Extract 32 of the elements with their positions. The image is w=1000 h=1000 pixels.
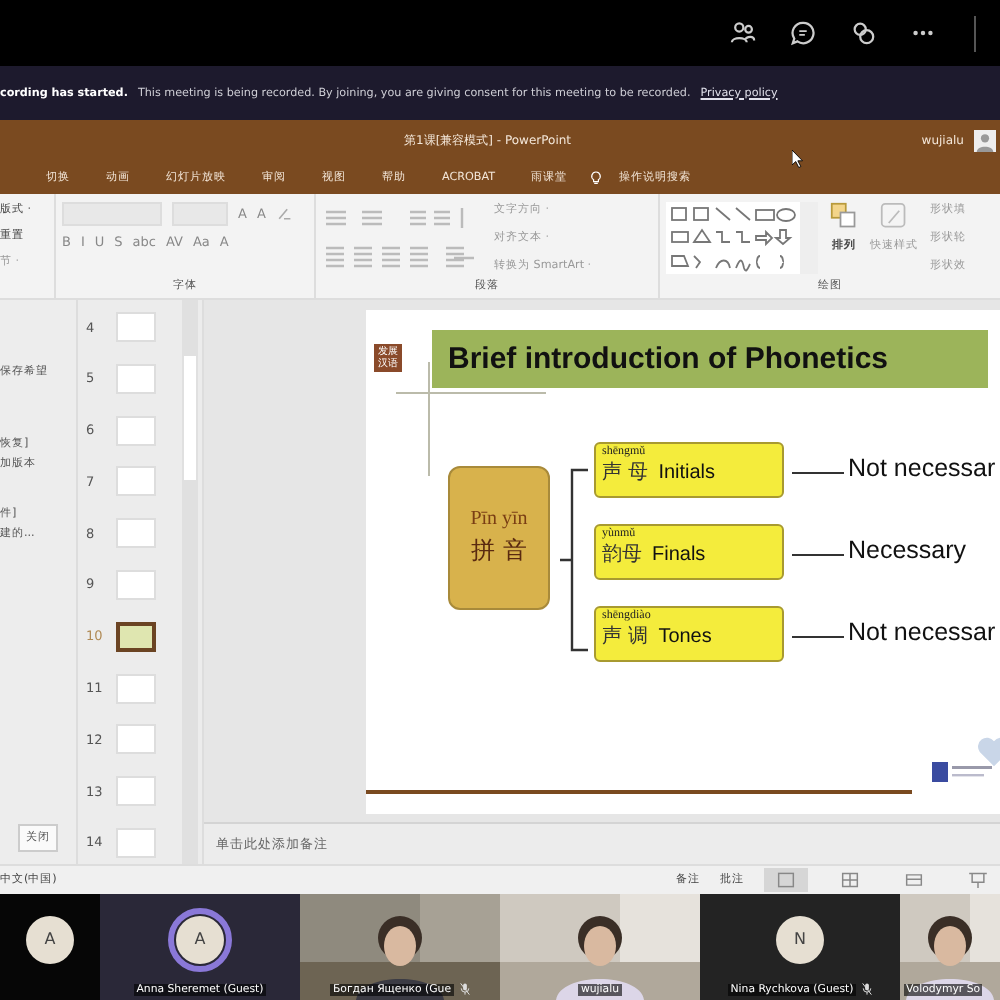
avatar-circle: N — [776, 915, 824, 963]
necessity-note: Not necessar — [848, 454, 996, 482]
hanzi-label: 韵母 — [602, 541, 642, 568]
lightbulb-icon[interactable] — [589, 169, 602, 185]
connector-line — [792, 554, 844, 556]
chat-icon[interactable] — [790, 20, 816, 46]
avatar-circle: A — [26, 915, 74, 963]
clear-format-icon[interactable] — [275, 206, 292, 222]
hanzi-label: 声 调 — [602, 623, 649, 650]
english-label: Tones — [658, 626, 712, 648]
slide-thumbnail[interactable] — [116, 621, 156, 652]
user-avatar-icon[interactable] — [974, 129, 996, 151]
university-logo-icon — [932, 762, 992, 782]
necessity-note: Necessary — [848, 536, 967, 564]
connector-line — [792, 472, 844, 474]
connector-line — [792, 636, 844, 638]
english-label: Initials — [658, 462, 716, 484]
avatar-circle: A — [176, 915, 224, 963]
cursor-icon — [792, 150, 804, 168]
slide-title-bar: Brief introduction of Phonetics — [432, 330, 988, 388]
reactions-icon[interactable] — [850, 20, 876, 46]
hanzi-label: 拼 音 — [471, 534, 527, 568]
shapes-gallery[interactable] — [666, 202, 818, 274]
participants-icon[interactable] — [730, 20, 756, 46]
arrange-icon[interactable] — [830, 202, 858, 230]
english-label: Finals — [652, 544, 706, 566]
hanzi-label: 声 母 — [602, 459, 649, 486]
quick-styles-icon[interactable] — [880, 202, 908, 230]
pinyin-label: Pīn yīn — [470, 508, 528, 530]
necessity-note: Not necessar — [848, 618, 996, 646]
normal-view-icon[interactable] — [764, 868, 808, 892]
scrollbar[interactable] — [182, 300, 198, 864]
